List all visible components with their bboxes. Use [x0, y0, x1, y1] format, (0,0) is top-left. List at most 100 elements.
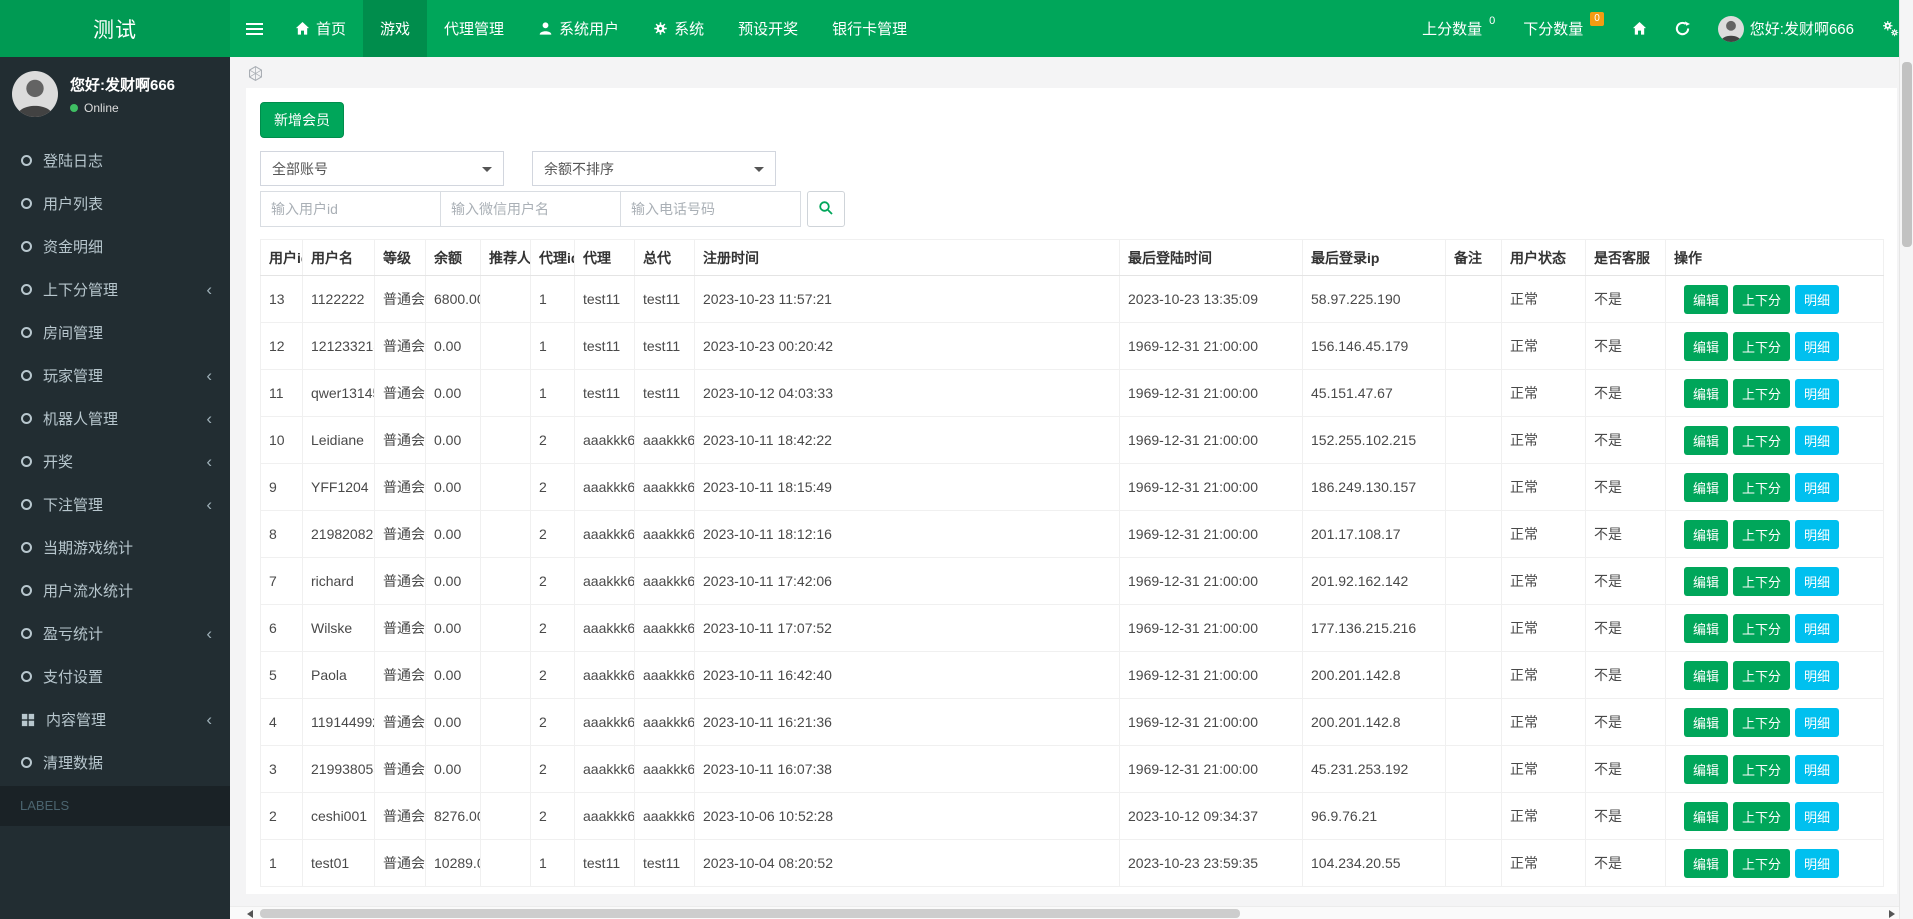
sidebar-item-current-game-stats[interactable]: 当期游戏统计 [0, 526, 230, 569]
account-type-select[interactable]: 全部账号 [260, 151, 504, 186]
column-header: 最后登陆时间 [1119, 239, 1303, 276]
cell: 9 [260, 463, 303, 511]
details-button[interactable]: 明细 [1795, 613, 1840, 643]
score-adjust-button[interactable]: 上下分 [1733, 472, 1791, 502]
score-adjust-button[interactable]: 上下分 [1733, 566, 1791, 596]
wechat-username-input[interactable] [440, 191, 621, 227]
details-button[interactable]: 明细 [1795, 707, 1840, 737]
scroll-right-arrow[interactable] [1889, 910, 1895, 918]
sidebar-item-clean-data[interactable]: 清理数据 [0, 741, 230, 784]
nav-item-preset-draw[interactable]: 预设开奖 [721, 0, 815, 57]
score-adjust-button[interactable]: 上下分 [1733, 613, 1791, 643]
edit-button[interactable]: 编辑 [1684, 660, 1729, 690]
scrollbar-thumb[interactable] [260, 909, 1240, 918]
details-button[interactable]: 明细 [1795, 848, 1840, 878]
up-score-link[interactable]: 上分数量 0 [1408, 0, 1509, 57]
details-button[interactable]: 明细 [1795, 378, 1840, 408]
cell: aaakkk666 [574, 651, 635, 699]
edit-button[interactable]: 编辑 [1684, 848, 1729, 878]
home-shortcut-button[interactable] [1618, 0, 1661, 57]
scrollbar-thumb[interactable] [1902, 62, 1912, 247]
cell: 2 [530, 792, 575, 840]
sidebar-item-login-log[interactable]: 登陆日志 [0, 139, 230, 182]
navbar-user-menu[interactable]: 您好:发财啊666 [1704, 0, 1868, 57]
add-member-button[interactable]: 新增会员 [260, 102, 344, 138]
search-button[interactable] [807, 191, 845, 227]
edit-button[interactable]: 编辑 [1684, 472, 1729, 502]
score-adjust-button[interactable]: 上下分 [1733, 660, 1791, 690]
table-header-row: 用户id用户名等级余额推荐人ID代理id代理总代注册时间最后登陆时间最后登录ip… [260, 239, 1884, 276]
score-adjust-button[interactable]: 上下分 [1733, 801, 1791, 831]
cell: 104.234.20.55 [1302, 839, 1446, 887]
down-score-link[interactable]: 下分数量 0 [1509, 0, 1618, 57]
sidebar-item-lottery-draw[interactable]: 开奖 ‹ [0, 440, 230, 483]
edit-button[interactable]: 编辑 [1684, 378, 1729, 408]
details-button[interactable]: 明细 [1795, 801, 1840, 831]
edit-button[interactable]: 编辑 [1684, 801, 1729, 831]
horizontal-scrollbar[interactable] [230, 906, 1899, 919]
edit-button[interactable]: 编辑 [1684, 425, 1729, 455]
edit-button[interactable]: 编辑 [1684, 566, 1729, 596]
details-button[interactable]: 明细 [1795, 472, 1840, 502]
sidebar-item-profit-loss-stats[interactable]: 盈亏统计 ‹ [0, 612, 230, 655]
cell: 正常 [1501, 416, 1586, 464]
scroll-left-arrow[interactable] [247, 910, 253, 918]
angle-left-icon: ‹ [206, 495, 212, 514]
vertical-scrollbar[interactable] [1899, 0, 1913, 919]
nav-item-home[interactable]: 首页 [278, 0, 363, 57]
edit-button[interactable]: 编辑 [1684, 519, 1729, 549]
score-adjust-button[interactable]: 上下分 [1733, 848, 1791, 878]
nav-item-system[interactable]: 系统 [636, 0, 721, 57]
score-adjust-button[interactable]: 上下分 [1733, 707, 1791, 737]
cell: test11 [634, 322, 695, 370]
circle-icon [21, 370, 32, 381]
sidebar-item-room-management[interactable]: 房间管理 [0, 311, 230, 354]
sidebar-item-player-management[interactable]: 玩家管理 ‹ [0, 354, 230, 397]
hamburger-icon[interactable] [230, 0, 278, 57]
gear-icon [653, 21, 668, 36]
user-id-input[interactable] [260, 191, 441, 227]
cell: aaakkk666 [574, 745, 635, 793]
balance-sort-select[interactable]: 余额不排序 [532, 151, 776, 186]
edit-button[interactable]: 编辑 [1684, 284, 1729, 314]
score-adjust-button[interactable]: 上下分 [1733, 331, 1791, 361]
details-button[interactable]: 明细 [1795, 425, 1840, 455]
circle-icon [21, 628, 32, 639]
score-adjust-button[interactable]: 上下分 [1733, 425, 1791, 455]
down-score-label: 下分数量 [1523, 21, 1584, 38]
details-button[interactable]: 明细 [1795, 566, 1840, 596]
score-adjust-button[interactable]: 上下分 [1733, 519, 1791, 549]
edit-button[interactable]: 编辑 [1684, 613, 1729, 643]
cell: 普通会员 [374, 416, 426, 464]
edit-button[interactable]: 编辑 [1684, 707, 1729, 737]
cell: 2 [530, 698, 575, 746]
nav-item-games[interactable]: 游戏 [363, 0, 428, 57]
sidebar-item-score-management[interactable]: 上下分管理 ‹ [0, 268, 230, 311]
sidebar-item-fund-details[interactable]: 资金明细 [0, 225, 230, 268]
edit-button[interactable]: 编辑 [1684, 331, 1729, 361]
sidebar-item-content-management[interactable]: 内容管理 ‹ [0, 698, 230, 741]
details-button[interactable]: 明细 [1795, 284, 1840, 314]
details-button[interactable]: 明细 [1795, 754, 1840, 784]
sidebar-item-payment-settings[interactable]: 支付设置 [0, 655, 230, 698]
nav-item-system-users[interactable]: 系统用户 [521, 0, 636, 57]
sidebar-item-user-flow-stats[interactable]: 用户流水统计 [0, 569, 230, 612]
nav-item-agents[interactable]: 代理管理 [427, 0, 521, 57]
refresh-button[interactable] [1661, 0, 1704, 57]
score-adjust-button[interactable]: 上下分 [1733, 754, 1791, 784]
cell: 1969-12-31 21:00:00 [1119, 510, 1303, 558]
brand[interactable]: 测试 [0, 0, 230, 57]
details-button[interactable]: 明细 [1795, 331, 1840, 361]
edit-button[interactable]: 编辑 [1684, 754, 1729, 784]
sidebar-item-user-list[interactable]: 用户列表 [0, 182, 230, 225]
sidebar-item-bet-management[interactable]: 下注管理 ‹ [0, 483, 230, 526]
greeting-text: 您好:发财啊666 [1749, 21, 1854, 38]
nav-item-bank-cards[interactable]: 银行卡管理 [815, 0, 924, 57]
phone-number-input[interactable] [620, 191, 801, 227]
details-button[interactable]: 明细 [1795, 519, 1840, 549]
score-adjust-button[interactable]: 上下分 [1733, 284, 1791, 314]
score-adjust-button[interactable]: 上下分 [1733, 378, 1791, 408]
cell [480, 839, 531, 887]
details-button[interactable]: 明细 [1795, 660, 1840, 690]
sidebar-item-robot-management[interactable]: 机器人管理 ‹ [0, 397, 230, 440]
